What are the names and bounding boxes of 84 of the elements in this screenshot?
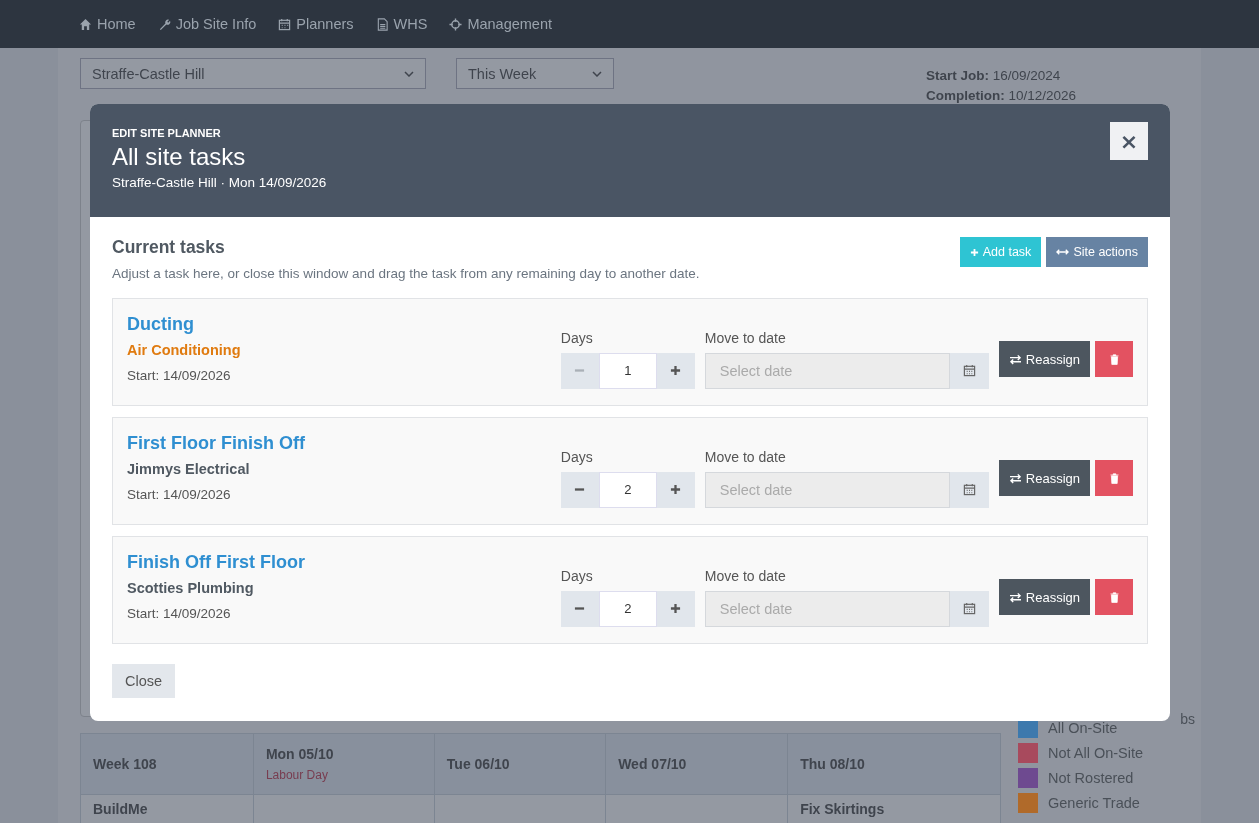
period-select[interactable]: This Week: [456, 58, 614, 89]
date-input[interactable]: Select date: [704, 352, 950, 389]
days-label: Days: [560, 567, 594, 584]
plus-icon: [670, 484, 682, 495]
delete-button[interactable]: [1095, 579, 1133, 615]
task-title-link[interactable]: Finish Off First Floor: [127, 552, 561, 573]
modal-kicker: EDIT SITE PLANNER: [112, 127, 222, 139]
site-select[interactable]: Straffe-Castle Hill: [80, 58, 426, 89]
calendar-button[interactable]: [949, 352, 989, 389]
trade-name: Scotties Plumbing: [127, 580, 255, 596]
swap-icon: [1008, 472, 1022, 484]
legend-label: Not All On-Site: [1048, 745, 1144, 761]
nav-link[interactable]: Management: [449, 16, 552, 32]
holiday-label: Labour Day: [265, 768, 329, 782]
date-input[interactable]: Select date: [704, 590, 950, 627]
plus-button[interactable]: [656, 352, 695, 389]
task-title-link[interactable]: Ducting: [127, 314, 561, 335]
calendar-icon: [962, 602, 976, 615]
home-icon: [79, 17, 92, 31]
trash-icon: [1109, 591, 1119, 603]
days-label: Days: [560, 448, 594, 465]
reassign-button[interactable]: Reassign: [998, 460, 1090, 496]
reassign-button[interactable]: Reassign: [998, 341, 1090, 377]
date-input[interactable]: Select date: [704, 471, 950, 508]
swap-icon: [1008, 353, 1022, 365]
modal-subtitle: Straffe-Castle Hill · Mon 14/09/2026: [112, 175, 327, 190]
plus-icon: [670, 365, 682, 376]
legend-label: Not Rostered: [1048, 770, 1134, 786]
section-title: Current tasks: [112, 237, 226, 258]
column-header: Thu 08/10: [800, 756, 866, 772]
trade-name: Air Conditioning: [127, 342, 242, 358]
plus-icon: [969, 247, 979, 257]
table-cell: BuildMe: [93, 801, 148, 817]
swap-icon: [1008, 591, 1022, 603]
start-date: Start: 14/09/2026: [127, 606, 232, 621]
double-arrow-icon: [1056, 248, 1070, 256]
chevron-icon: [404, 70, 414, 77]
date-label: Move to date: [704, 567, 787, 584]
trash-icon: [1109, 353, 1119, 365]
plus-button[interactable]: [656, 471, 695, 508]
nav-link[interactable]: WHS: [375, 16, 428, 32]
task-title-link[interactable]: First Floor Finish Off: [127, 433, 561, 454]
reassign-button[interactable]: Reassign: [998, 579, 1090, 615]
calendar-button[interactable]: [949, 590, 989, 627]
delete-button[interactable]: [1095, 341, 1133, 377]
plus-icon: [670, 603, 682, 614]
legend-label: All On-Site: [1048, 720, 1118, 736]
chevron-icon: [592, 70, 602, 77]
column-header: Mon 05/10: [265, 746, 335, 762]
trade-name: Jimmys Electrical: [127, 461, 251, 477]
column-header: Wed 07/10: [618, 756, 688, 772]
trash-icon: [1109, 472, 1119, 484]
delete-button[interactable]: [1095, 460, 1133, 496]
calendar-icon: [962, 364, 976, 377]
days-input[interactable]: 2: [598, 471, 657, 508]
close-button[interactable]: ×: [1110, 122, 1148, 160]
plus-button[interactable]: [656, 590, 695, 627]
calendar-icon: [962, 483, 976, 496]
column-header: Week 108: [93, 756, 158, 772]
wrench-icon: [157, 17, 171, 31]
days-input[interactable]: 1: [598, 352, 657, 389]
help-text: Adjust a task here, or close this window and drag the task from any remaining day to another date.: [112, 266, 700, 281]
nav-link[interactable]: Job Site Info: [157, 16, 257, 32]
job-date: Start Job: 16/09/2024: [926, 67, 1062, 85]
legend-label: Generic Trade: [1048, 795, 1140, 811]
start-date: Start: 14/09/2026: [127, 487, 232, 502]
start-date: Start: 14/09/2026: [127, 368, 232, 383]
days-input[interactable]: 2: [598, 590, 657, 627]
legend-heading: bs: [1180, 711, 1195, 727]
job-date: Completion: 10/12/2026: [926, 87, 1077, 105]
days-label: Days: [560, 329, 594, 346]
document-icon: [375, 17, 389, 31]
close-dialog-button[interactable]: Close: [112, 664, 176, 698]
date-label: Move to date: [704, 448, 787, 465]
table-cell: Fix Skirtings: [800, 801, 885, 817]
date-label: Move to date: [704, 329, 787, 346]
calendar-button[interactable]: [949, 471, 989, 508]
calendar-icon: [278, 17, 292, 31]
site-actions-button[interactable]: Site actions: [1046, 237, 1148, 267]
nav-link[interactable]: Home: [79, 16, 136, 32]
modal-title: All site tasks: [112, 143, 247, 171]
nav-link[interactable]: Planners: [278, 16, 354, 32]
crosshair-icon: [449, 17, 463, 31]
column-header: Tue 06/10: [446, 756, 511, 772]
